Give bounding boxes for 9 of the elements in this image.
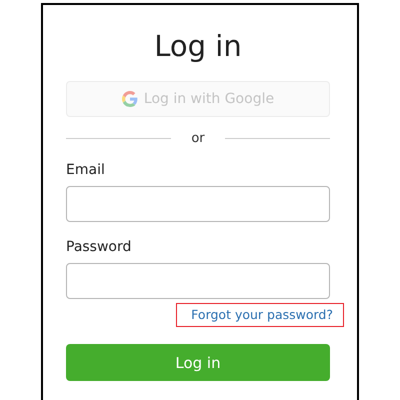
field-label: Email <box>66 162 106 178</box>
input-field[interactable] <box>66 263 330 299</box>
page-title: Log in <box>153 29 243 63</box>
google-icon <box>122 91 138 107</box>
divider-text: or <box>191 131 205 146</box>
forgot-password-link[interactable]: Forgot your password? <box>176 303 344 327</box>
login-button[interactable]: Log in <box>66 344 330 381</box>
field-label: Password <box>66 239 132 255</box>
input-field[interactable] <box>66 186 330 222</box>
